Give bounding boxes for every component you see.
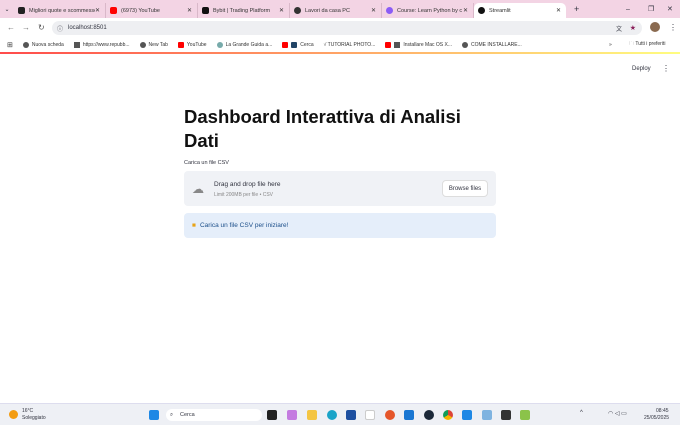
tab-favicon-icon bbox=[18, 7, 25, 14]
page-title: Dashboard Interattiva di Analisi Dati bbox=[184, 106, 461, 151]
browser-menu-icon[interactable]: ⋮ bbox=[669, 23, 677, 32]
taskbar-search[interactable]: ⌕ Cerca bbox=[166, 409, 262, 421]
header-decoration bbox=[0, 52, 680, 54]
youtube-icon bbox=[110, 7, 117, 14]
bookmark[interactable]: New Tab bbox=[139, 41, 168, 48]
main-menu-icon[interactable]: ⋮ bbox=[662, 64, 670, 73]
browse-files-button[interactable]: Browse files bbox=[442, 180, 488, 197]
profile-avatar[interactable] bbox=[650, 22, 660, 32]
upload-cloud-icon: ☁ bbox=[192, 182, 204, 196]
new-tab-icon[interactable]: + bbox=[574, 4, 579, 14]
streamlit-icon bbox=[478, 7, 485, 14]
wifi-icon[interactable]: ◠ ◁ ▭ bbox=[608, 410, 627, 417]
folder-icon: ■ bbox=[192, 222, 196, 229]
app-icon[interactable] bbox=[365, 410, 375, 420]
browser-tab[interactable]: Course: Learn Python by c ✕ bbox=[382, 3, 474, 18]
task-view-icon[interactable] bbox=[267, 410, 277, 420]
url-input[interactable]: ⓘ localhost:8501 文 ★ bbox=[52, 21, 642, 35]
file-explorer-icon[interactable] bbox=[307, 410, 317, 420]
site-info-icon[interactable]: ⓘ bbox=[57, 24, 63, 33]
bookmark[interactable]: √ TUTORIAL PHOTO... bbox=[324, 42, 376, 48]
window-close-icon[interactable]: ✕ bbox=[667, 5, 673, 13]
globe-icon bbox=[294, 7, 301, 14]
close-icon[interactable]: ✕ bbox=[371, 7, 376, 14]
folder-icon: 🗀 bbox=[629, 40, 635, 47]
maximize-icon[interactable]: ❐ bbox=[648, 5, 654, 13]
browser-tab-active[interactable]: Streamlit ✕ bbox=[474, 3, 566, 18]
reload-icon[interactable]: ↻ bbox=[38, 23, 45, 32]
bookmark[interactable]: Nuova scheda bbox=[22, 41, 64, 48]
address-bar-row: ← → ↻ ⓘ localhost:8501 文 ★ ⋮ bbox=[0, 18, 680, 37]
copilot-icon[interactable] bbox=[287, 410, 297, 420]
tab-favicon-icon bbox=[386, 7, 393, 14]
close-icon[interactable]: ✕ bbox=[279, 7, 284, 14]
terminal-icon[interactable] bbox=[501, 410, 511, 420]
tab-search-icon[interactable]: ⌄ bbox=[0, 6, 14, 13]
tab-strip: ⌄ Migliori quote e scommesse ✕ (6973) You… bbox=[0, 0, 680, 18]
minimize-icon[interactable]: – bbox=[626, 6, 630, 13]
bookmark[interactable]: YouTube bbox=[177, 41, 207, 48]
bookmark[interactable]: https://www.repubb... bbox=[73, 41, 130, 48]
info-alert: ■ Carica un file CSV per iniziare! bbox=[184, 213, 496, 238]
chrome-icon[interactable] bbox=[443, 410, 453, 420]
bookmark[interactable]: Cerca bbox=[282, 41, 314, 48]
bookmark[interactable]: COME INSTALLARE... bbox=[462, 41, 522, 48]
close-icon[interactable]: ✕ bbox=[187, 7, 192, 14]
tab-favicon-icon bbox=[202, 7, 209, 14]
search-icon: ⌕ bbox=[170, 411, 174, 418]
uploader-label: Carica un file CSV bbox=[184, 160, 229, 166]
store-icon[interactable] bbox=[346, 410, 356, 420]
back-icon[interactable]: ← bbox=[7, 23, 15, 32]
edge-icon[interactable] bbox=[327, 410, 337, 420]
tray-chevron-icon[interactable]: ^ bbox=[580, 410, 583, 416]
close-icon[interactable]: ✕ bbox=[463, 7, 468, 14]
firefox-icon[interactable] bbox=[385, 410, 395, 420]
bookmark[interactable]: La Grande Guida a... bbox=[216, 41, 272, 48]
bookmark-star-icon[interactable]: ★ bbox=[630, 24, 636, 32]
browser-tab[interactable]: (6973) YouTube ✕ bbox=[106, 3, 198, 18]
taskbar: 16°C Soleggiato ⌕ Cerca ^ ◠ ◁ ▭ 08:45 25/… bbox=[0, 403, 680, 425]
browser-tab[interactable]: Migliori quote e scommesse ✕ bbox=[14, 3, 106, 18]
translate-icon[interactable]: 文 bbox=[616, 24, 622, 33]
forward-icon[interactable]: → bbox=[22, 23, 30, 32]
more-bookmarks-icon[interactable]: » bbox=[609, 42, 612, 48]
bookmarks-bar: ⊞ Nuova scheda https://www.repubb... New… bbox=[0, 37, 680, 52]
browser-tab[interactable]: Lavori da casa PC ✕ bbox=[290, 3, 382, 18]
close-icon[interactable]: ✕ bbox=[556, 7, 561, 14]
app-icon[interactable] bbox=[520, 410, 530, 420]
vscode-icon[interactable] bbox=[462, 410, 472, 420]
deploy-button[interactable]: Deploy bbox=[632, 66, 651, 72]
browser-tab[interactable]: Bybit | Trading Platform ✕ bbox=[198, 3, 290, 18]
close-icon[interactable]: ✕ bbox=[95, 7, 100, 14]
file-uploader-dropzone[interactable]: ☁ Drag and drop file here Limit 200MB pe… bbox=[184, 171, 496, 206]
apps-icon[interactable]: ⊞ bbox=[7, 41, 13, 49]
weather-icon[interactable] bbox=[9, 410, 18, 419]
outlook-icon[interactable] bbox=[404, 410, 414, 420]
all-bookmarks[interactable]: 🗀 Tutti i preferiti bbox=[629, 41, 665, 49]
steam-icon[interactable] bbox=[424, 410, 434, 420]
start-icon[interactable] bbox=[149, 410, 159, 420]
bookmark[interactable]: Installare Mac OS X... bbox=[385, 41, 452, 48]
notepad-icon[interactable] bbox=[482, 410, 492, 420]
